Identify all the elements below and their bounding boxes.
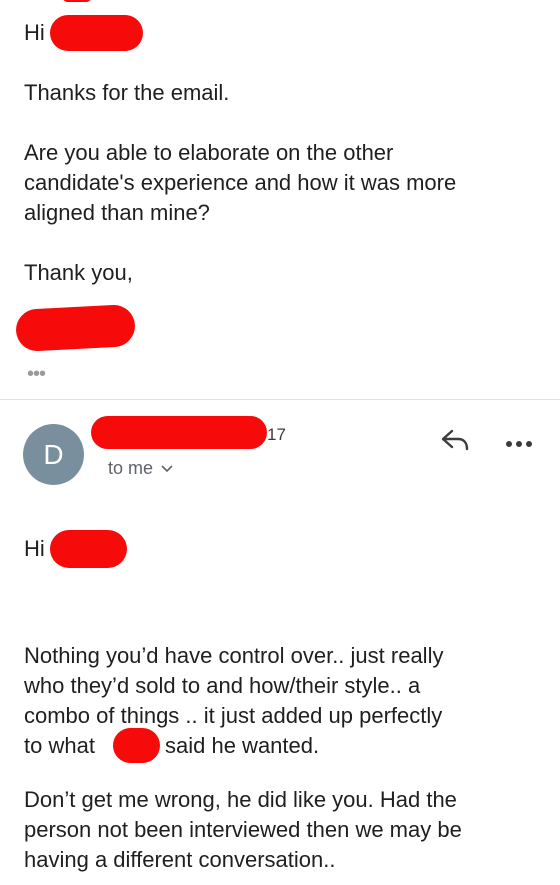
body-text: Are you able to elaborate on the other xyxy=(24,140,394,165)
greeting: Hi xyxy=(24,536,45,561)
body-text: combo of things .. it just added up perf… xyxy=(24,703,443,728)
redacted-name xyxy=(50,15,143,51)
body-text: said he wanted. xyxy=(165,733,320,758)
message-divider xyxy=(0,399,560,400)
body-text: candidate's experience and how it was mo… xyxy=(24,170,457,195)
body-text: Thanks for the email. xyxy=(24,80,230,105)
sign-off: Thank you, xyxy=(24,260,133,285)
redacted-name xyxy=(50,530,127,568)
body-text: to what xyxy=(24,733,95,758)
body-text: Don’t get me wrong, he did like you. Had… xyxy=(24,787,457,812)
body-text: aligned than mine? xyxy=(24,200,210,225)
recipient-label: to me xyxy=(108,458,154,478)
more-options-icon[interactable] xyxy=(505,436,533,454)
message-date: 17 xyxy=(267,425,286,444)
body-text: who they’d sold to and how/their style..… xyxy=(24,673,421,698)
body-text: person not been interviewed then we may … xyxy=(24,817,462,842)
reply-icon[interactable] xyxy=(440,428,470,457)
greeting: Hi xyxy=(24,20,45,45)
redaction-mark xyxy=(62,0,92,2)
body-text: Nothing you’d have control over.. just r… xyxy=(24,643,444,668)
redacted-name xyxy=(113,728,160,763)
recipient-toggle[interactable]: to me xyxy=(108,458,173,479)
chevron-down-icon xyxy=(161,460,173,478)
redacted-signature xyxy=(14,303,137,353)
expand-quoted-button[interactable]: ••• xyxy=(27,363,46,386)
body-text: having a different conversation.. xyxy=(24,847,336,872)
avatar: D xyxy=(23,424,84,485)
redacted-sender-name[interactable] xyxy=(91,416,267,449)
